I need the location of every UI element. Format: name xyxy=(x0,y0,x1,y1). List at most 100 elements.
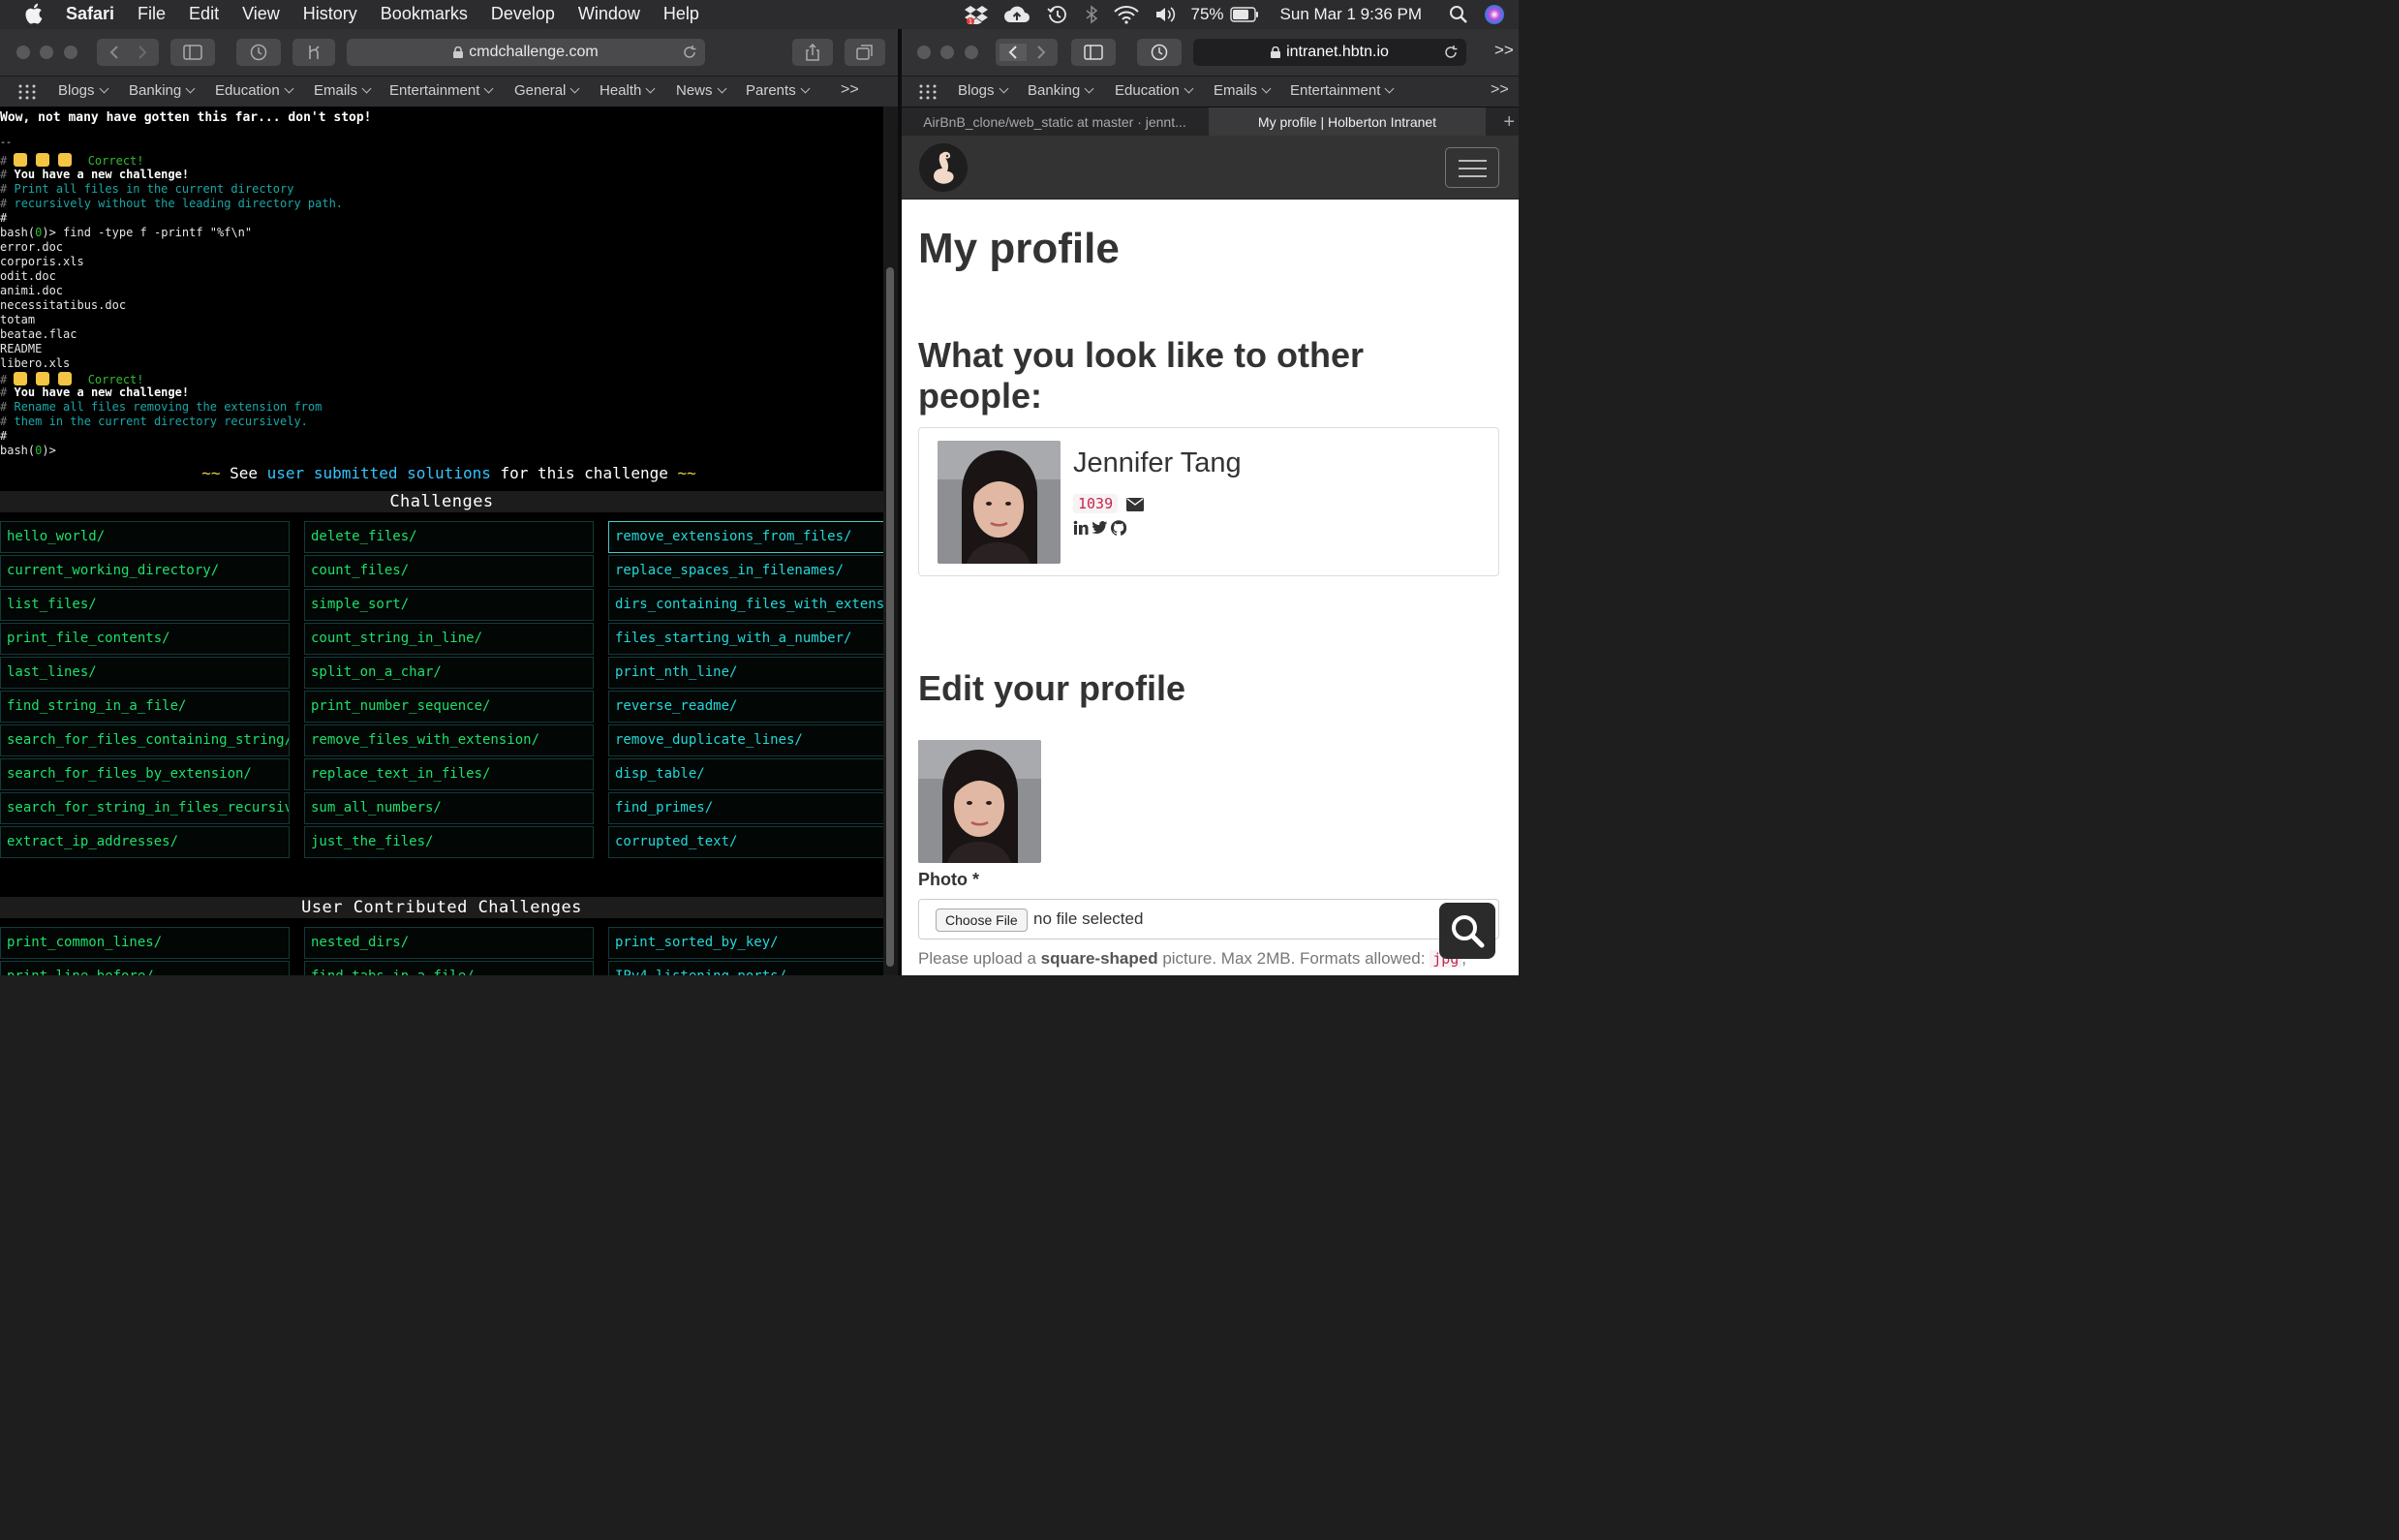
fav-entertainment[interactable]: Entertainment xyxy=(389,82,492,99)
challenge-link[interactable]: remove_extensions_from_files/ xyxy=(608,521,883,553)
menu-bookmarks[interactable]: Bookmarks xyxy=(381,4,468,24)
fav-news[interactable]: News xyxy=(676,82,725,99)
address-bar[interactable]: cmdchallenge.com xyxy=(347,39,705,66)
fav-blogs[interactable]: Blogs xyxy=(958,82,1007,99)
tab-airbnb[interactable]: AirBnB_clone/web_static at master · jenn… xyxy=(902,108,1208,137)
challenge-link[interactable]: current_working_directory/ xyxy=(0,555,290,587)
more-toolbar-button[interactable]: >> xyxy=(1494,41,1514,60)
battery-icon[interactable] xyxy=(1229,7,1259,22)
challenge-link[interactable]: search_for_files_by_extension/ xyxy=(0,758,290,790)
challenge-link[interactable]: IPv4_listening_ports/ xyxy=(608,961,883,975)
history-icon[interactable] xyxy=(236,39,281,66)
challenge-link[interactable]: delete_files/ xyxy=(304,521,594,553)
fav-emails[interactable]: Emails xyxy=(1214,82,1270,99)
share-icon[interactable] xyxy=(792,39,833,66)
challenge-link[interactable]: simple_sort/ xyxy=(304,589,594,621)
challenge-link[interactable]: find_string_in_a_file/ xyxy=(0,691,290,723)
challenge-link[interactable]: print_line_before/ xyxy=(0,961,290,975)
zoom-button[interactable] xyxy=(965,46,978,59)
wifi-icon[interactable] xyxy=(1113,5,1139,24)
challenge-link[interactable]: last_lines/ xyxy=(0,657,290,689)
menu-toggle-button[interactable] xyxy=(1445,147,1499,188)
challenge-link[interactable]: sum_all_numbers/ xyxy=(304,792,594,824)
challenge-link[interactable]: dirs_containing_files_with_extension/ xyxy=(608,589,883,621)
fav-health[interactable]: Health xyxy=(600,82,654,99)
challenge-link[interactable]: print_common_lines/ xyxy=(0,927,290,959)
menu-history[interactable]: History xyxy=(303,4,357,24)
twitter-icon[interactable] xyxy=(1092,521,1108,535)
time-machine-icon[interactable] xyxy=(1046,4,1069,25)
address-bar[interactable]: intranet.hbtn.io xyxy=(1193,39,1466,66)
challenge-link[interactable]: replace_text_in_files/ xyxy=(304,758,594,790)
menu-file[interactable]: File xyxy=(138,4,166,24)
search-fab-button[interactable] xyxy=(1439,903,1495,959)
spotlight-icon[interactable] xyxy=(1449,5,1468,24)
fav-education[interactable]: Education xyxy=(215,82,292,99)
tabs-overview-icon[interactable] xyxy=(845,39,885,66)
challenge-link[interactable]: split_on_a_char/ xyxy=(304,657,594,689)
challenge-link[interactable]: print_number_sequence/ xyxy=(304,691,594,723)
linkedin-icon[interactable] xyxy=(1073,520,1089,536)
extension-icon[interactable] xyxy=(292,39,335,66)
challenge-link[interactable]: reverse_readme/ xyxy=(608,691,883,723)
holberton-logo[interactable] xyxy=(919,143,968,192)
challenge-link[interactable]: remove_files_with_extension/ xyxy=(304,724,594,756)
minimize-button[interactable] xyxy=(40,46,53,59)
challenge-link[interactable]: replace_spaces_in_filenames/ xyxy=(608,555,883,587)
back-forward-buttons[interactable] xyxy=(996,39,1058,66)
fav-parents[interactable]: Parents xyxy=(746,82,809,99)
choose-file-button[interactable]: Choose File xyxy=(936,909,1028,932)
user-solutions-link[interactable]: user submitted solutions xyxy=(267,464,491,482)
sidebar-icon[interactable] xyxy=(1071,39,1116,66)
fav-entertainment[interactable]: Entertainment xyxy=(1290,82,1393,99)
apple-icon[interactable] xyxy=(25,3,45,24)
challenge-link[interactable]: just_the_files/ xyxy=(304,826,594,858)
challenge-link[interactable]: files_starting_with_a_number/ xyxy=(608,623,883,655)
clock[interactable]: Sun Mar 1 9:36 PM xyxy=(1280,5,1422,24)
close-button[interactable] xyxy=(16,46,30,59)
minimize-button[interactable] xyxy=(940,46,954,59)
zoom-button[interactable] xyxy=(64,46,77,59)
menu-app[interactable]: Safari xyxy=(66,4,114,24)
tab-my-profile[interactable]: My profile | Holberton Intranet xyxy=(1209,108,1486,137)
fav-banking[interactable]: Banking xyxy=(1028,82,1092,99)
challenge-link[interactable]: hello_world/ xyxy=(0,521,290,553)
sidebar-icon[interactable] xyxy=(170,39,215,66)
reload-icon[interactable] xyxy=(1443,45,1459,60)
photo-file-input[interactable]: Choose File no file selected xyxy=(918,899,1499,939)
new-tab-button[interactable]: + xyxy=(1503,111,1515,134)
volume-icon[interactable] xyxy=(1154,5,1176,24)
fav-emails[interactable]: Emails xyxy=(314,82,370,99)
challenge-link[interactable]: search_for_files_containing_string/ xyxy=(0,724,290,756)
challenge-link[interactable]: print_file_contents/ xyxy=(0,623,290,655)
github-icon[interactable] xyxy=(1111,520,1126,536)
grid-icon[interactable] xyxy=(919,84,937,100)
challenge-link[interactable]: disp_table/ xyxy=(608,758,883,790)
menu-view[interactable]: View xyxy=(242,4,280,24)
menu-window[interactable]: Window xyxy=(578,4,640,24)
close-button[interactable] xyxy=(917,46,931,59)
reload-icon[interactable] xyxy=(682,45,697,60)
challenge-link[interactable]: count_string_in_line/ xyxy=(304,623,594,655)
menu-develop[interactable]: Develop xyxy=(491,4,555,24)
menu-help[interactable]: Help xyxy=(663,4,699,24)
fav-banking[interactable]: Banking xyxy=(129,82,194,99)
challenge-link[interactable]: search_for_string_in_files_recursive/ xyxy=(0,792,290,824)
menu-edit[interactable]: Edit xyxy=(189,4,219,24)
challenge-link[interactable]: print_sorted_by_key/ xyxy=(608,927,883,959)
envelope-icon[interactable] xyxy=(1126,498,1144,511)
prompt-line[interactable]: bash(0)> xyxy=(0,444,63,457)
siri-icon[interactable] xyxy=(1484,4,1505,25)
more-favorites-button[interactable]: >> xyxy=(1491,81,1509,99)
challenge-link[interactable]: find_tabs_in_a_file/ xyxy=(304,961,594,975)
challenge-link[interactable]: list_files/ xyxy=(0,589,290,621)
challenge-link[interactable]: corrupted_text/ xyxy=(608,826,883,858)
bluetooth-icon[interactable] xyxy=(1085,5,1098,24)
challenge-link[interactable]: count_files/ xyxy=(304,555,594,587)
challenge-link[interactable]: print_nth_line/ xyxy=(608,657,883,689)
fav-education[interactable]: Education xyxy=(1115,82,1192,99)
grid-icon[interactable] xyxy=(18,84,36,100)
challenge-link[interactable]: find_primes/ xyxy=(608,792,883,824)
more-favorites-button[interactable]: >> xyxy=(841,81,859,99)
history-icon[interactable] xyxy=(1137,39,1182,66)
